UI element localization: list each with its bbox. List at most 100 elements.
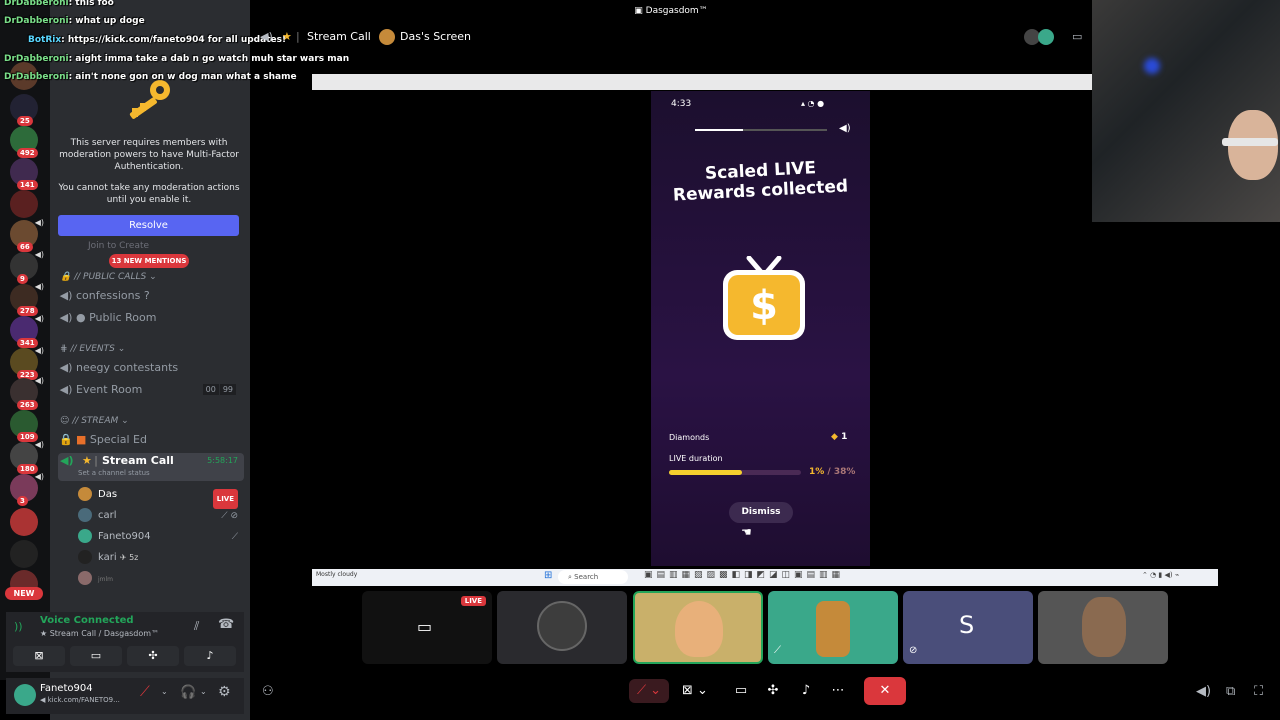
avatar xyxy=(816,601,850,657)
system-tray[interactable]: ⌃ ◔ ▮ ◀) ⌁ xyxy=(1142,571,1179,579)
voice-user-jmlm[interactable]: jmlm xyxy=(78,570,242,588)
lock-icon: 🔒 xyxy=(59,433,73,446)
camera-off-button[interactable]: ⊠ xyxy=(13,646,65,666)
mute-mic-button[interactable]: ⟋ ⌄ xyxy=(629,679,669,703)
mfa-text-restriction: You cannot take any moderation actions u… xyxy=(58,183,240,205)
user-avatar[interactable] xyxy=(14,684,36,706)
server-icon[interactable] xyxy=(10,190,38,218)
duration-progress-fill xyxy=(669,470,742,475)
add-person-icon[interactable]: ⚇ xyxy=(262,684,274,699)
shared-window-titlebar xyxy=(312,74,1092,90)
camera-toggle-button[interactable]: ⊠ ⌄ xyxy=(675,679,715,703)
server-icon[interactable]: ◀) 180 xyxy=(10,440,44,474)
speaker-icon: ◀) xyxy=(59,311,73,324)
category-stream[interactable]: ☺ // STREAM ⌄ xyxy=(60,416,129,426)
voice-user-kari[interactable]: kari ✈ 5z xyxy=(78,549,242,567)
channel-event-room[interactable]: ◀) Event Room 00 99 xyxy=(58,380,244,400)
server-icon[interactable] xyxy=(10,540,38,568)
server-icon[interactable]: ◀) 223 xyxy=(10,346,44,380)
voice-location[interactable]: ★ Stream Call / Dasgasdom™ xyxy=(40,629,159,638)
participant-tile-speaking[interactable] xyxy=(633,591,763,664)
server-icon[interactable]: 25 xyxy=(10,94,38,126)
dismiss-button[interactable]: Dismiss xyxy=(729,502,793,523)
taskbar-search[interactable]: ⌕ Search xyxy=(558,570,628,584)
server-icon[interactable]: ◀) 66 xyxy=(10,218,44,252)
volume-slider-fill xyxy=(695,129,743,131)
chevron-down-icon[interactable]: ⌄ xyxy=(200,687,207,696)
taskbar-app-icons[interactable]: ▣▤▥▦▧▨▩◧◨◩◪◫▣▤▥▦ xyxy=(644,570,844,580)
duration-label: LIVE duration xyxy=(669,454,723,463)
server-icon[interactable]: 141 xyxy=(10,158,38,190)
hashtag-icon: ⋕ xyxy=(60,344,68,354)
call-channel-name[interactable]: Stream Call xyxy=(307,30,371,43)
voice-status[interactable]: Voice Connected xyxy=(40,615,134,626)
channel-special-ed[interactable]: 🔒 ■ Special Ed xyxy=(58,430,244,450)
new-servers-pill[interactable]: NEW xyxy=(5,587,43,600)
speaker-icon: ◀) xyxy=(59,289,73,302)
channel-public-room[interactable]: ◀) ● Public Room xyxy=(58,308,244,328)
avatar-letter: S xyxy=(959,611,975,639)
category-events[interactable]: ⋕ // Events ⌄ xyxy=(60,344,125,354)
server-icon[interactable]: ◀) 263 xyxy=(10,376,44,410)
server-icon[interactable]: 492 xyxy=(10,126,38,158)
muted-deafened-icon: ⊘ xyxy=(909,645,918,656)
server-icon[interactable]: ◀) 9 xyxy=(10,250,44,284)
soundboard-button[interactable]: ♪ xyxy=(794,679,818,703)
participant-tile[interactable]: S ⊘ xyxy=(903,591,1033,664)
smiley-icon: ☺ xyxy=(60,416,70,426)
participant-tile-screen[interactable]: LIVE ▭ xyxy=(362,591,492,664)
webcam-overlay xyxy=(1092,0,1280,222)
window-title-bar: ▣ Dasgasdom™ xyxy=(250,0,1092,22)
server-icon[interactable] xyxy=(10,508,38,536)
server-icon[interactable]: 109 xyxy=(10,410,38,442)
chat-bubble-icon: ● xyxy=(76,311,90,324)
volume-icon[interactable]: ◀) xyxy=(1196,684,1211,699)
category-public-calls[interactable]: 🔒 // PUBLIC CALLS ⌄ xyxy=(60,272,157,282)
fullscreen-icon[interactable]: ⛶ xyxy=(1254,684,1263,699)
server-icon[interactable]: ◀) 341 xyxy=(10,314,44,348)
activities-button[interactable]: ✣ xyxy=(761,679,785,703)
chevron-down-icon[interactable]: ⌄ xyxy=(161,687,168,696)
user-status: ◀ kick.com/FANETO9... xyxy=(40,696,120,704)
soundboard-button[interactable]: ♪ xyxy=(184,646,236,666)
new-mentions-pill[interactable]: 13 NEW MENTIONS xyxy=(109,254,189,268)
screen-share-button[interactable]: ▭ xyxy=(729,679,753,703)
server-icon[interactable]: ◀) 278 xyxy=(10,282,44,316)
participant-tile[interactable] xyxy=(1038,591,1168,664)
disconnect-icon[interactable]: ☎ xyxy=(218,617,234,632)
speaker-icon: ◀) xyxy=(59,383,73,396)
voice-user-faneto904[interactable]: Faneto904 ⟋ xyxy=(78,528,242,546)
popout-icon[interactable]: ⧉ xyxy=(1226,684,1235,699)
join-to-create-channel[interactable]: Join to Create xyxy=(88,241,149,251)
phone-screen: 4:33 ▴ ◔ ● ◀) Scaled LIVE Rewards collec… xyxy=(651,91,870,566)
channel-neegy-contestants[interactable]: ◀) neegy contestants xyxy=(58,358,244,378)
server-icon[interactable]: ◀) 3 xyxy=(10,472,44,506)
participant-tile[interactable] xyxy=(497,591,627,664)
channel-status-hint[interactable]: Set a channel status xyxy=(78,463,150,483)
leave-call-button[interactable]: ✕ xyxy=(864,677,906,705)
participant-tile[interactable]: ⟋ xyxy=(768,591,898,664)
resolve-button[interactable]: Resolve xyxy=(58,215,239,236)
duration-percent: 1% / 38% xyxy=(809,467,856,477)
phone-time: 4:33 xyxy=(671,99,692,109)
more-options-icon[interactable]: ⋯ xyxy=(826,679,850,703)
windows-taskbar: Mostly cloudy ⊞ ⌕ Search ▣▤▥▦▧▨▩◧◨◩◪◫▣▤▥… xyxy=(312,569,1218,586)
gear-icon[interactable]: ⚙ xyxy=(218,684,231,700)
avatar xyxy=(1038,29,1054,45)
windows-start-icon[interactable]: ⊞ xyxy=(544,570,552,581)
noise-suppression-icon[interactable]: ⫽ xyxy=(194,619,199,634)
inbox-icon[interactable]: ▭ xyxy=(1072,30,1082,43)
voice-user-das[interactable]: Das LIVE xyxy=(78,486,242,509)
activities-button[interactable]: ✣ xyxy=(127,646,179,666)
avatar xyxy=(78,508,92,522)
key-icon xyxy=(129,80,170,119)
voice-user-carl[interactable]: carl ⟋ ⊘ xyxy=(78,507,242,525)
mic-muted-icon[interactable]: ⟋ xyxy=(140,684,150,700)
weather-widget[interactable]: Mostly cloudy xyxy=(316,571,357,578)
screen-share-button[interactable]: ▭ xyxy=(70,646,122,666)
mfa-text-requirement: This server requires members with modera… xyxy=(59,138,239,172)
channel-stream-call[interactable]: ◀) ★ | Stream Call 5:58:17 Set a channel… xyxy=(58,453,244,481)
headphones-icon[interactable]: 🎧 xyxy=(180,685,196,700)
mic-muted-icon: ⟋ xyxy=(231,532,238,542)
channel-confessions[interactable]: ◀) confessions ? xyxy=(58,286,244,306)
